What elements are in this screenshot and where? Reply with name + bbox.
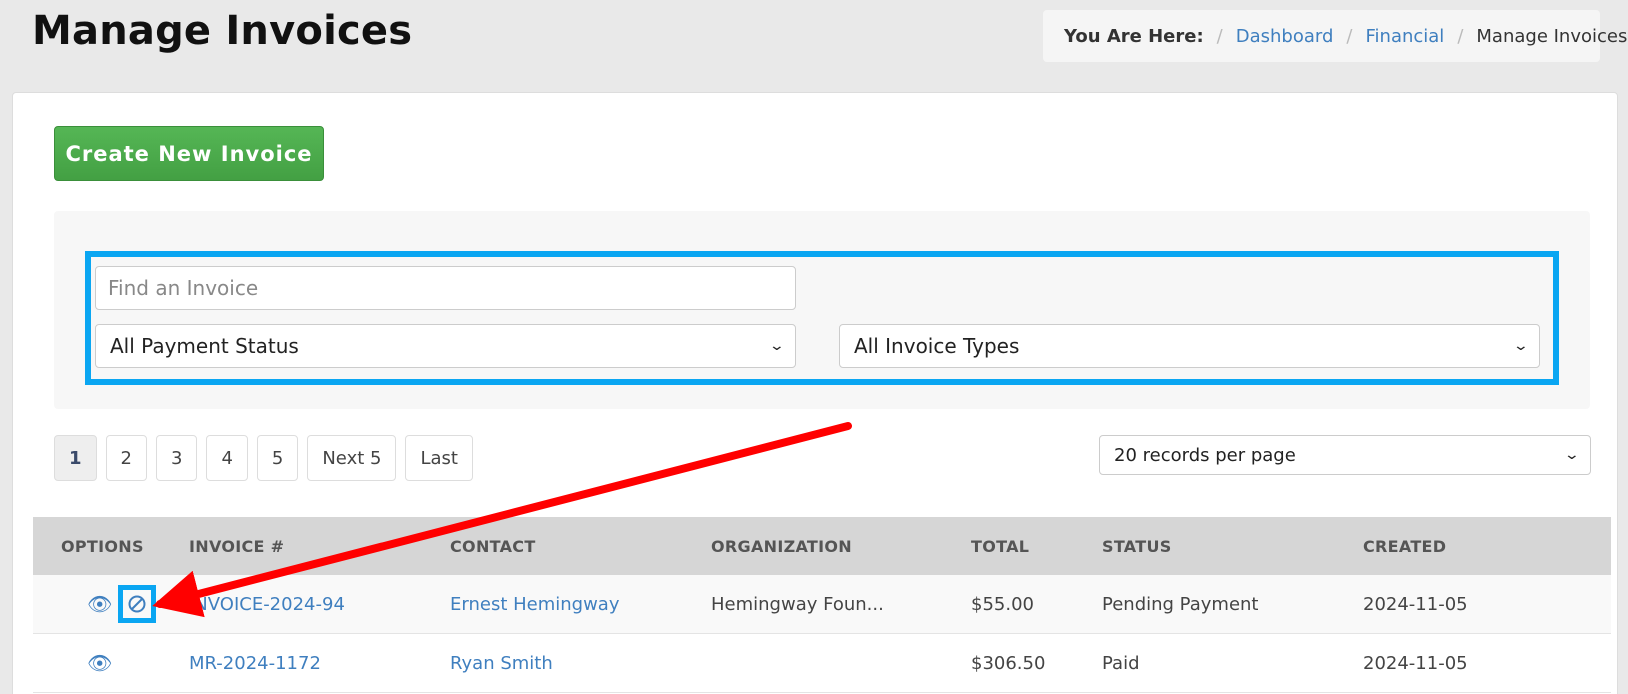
status-cell: Paid	[1102, 652, 1140, 674]
page-1-button[interactable]: 1	[54, 435, 97, 481]
breadcrumb-current: Manage Invoices	[1476, 25, 1628, 47]
table-header: OPTIONS INVOICE # CONTACT ORGANIZATION T…	[33, 517, 1611, 575]
breadcrumb-financial-link[interactable]: Financial	[1365, 26, 1444, 47]
total-cell: $306.50	[971, 652, 1046, 674]
breadcrumb-dashboard-link[interactable]: Dashboard	[1236, 26, 1334, 47]
col-total[interactable]: TOTAL	[971, 537, 1102, 556]
row-options: 👁︎	[33, 651, 189, 675]
create-new-invoice-button[interactable]: Create New Invoice	[54, 126, 324, 181]
records-per-page-select[interactable]: 20 records per page ⌄	[1099, 435, 1591, 475]
last-page-button[interactable]: Last	[405, 435, 473, 481]
contact-link[interactable]: Ernest Hemingway	[450, 594, 711, 615]
breadcrumb-label: You Are Here:	[1064, 25, 1204, 47]
next-5-button[interactable]: Next 5	[307, 435, 397, 481]
breadcrumb-separator: /	[1346, 25, 1353, 47]
created-cell: 2024-11-05	[1363, 593, 1468, 615]
invoice-number-link[interactable]: MR-2024-1172	[189, 653, 450, 674]
organization-cell: Hemingway Foun...	[711, 593, 884, 615]
total-cell: $55.00	[971, 593, 1034, 615]
records-per-page-value: 20 records per page	[1114, 444, 1296, 466]
filter-highlight-annotation	[85, 251, 1559, 385]
col-options: OPTIONS	[61, 536, 144, 556]
ban-icon	[128, 595, 146, 613]
page-5-button[interactable]: 5	[256, 435, 299, 481]
page-title: Manage Invoices	[32, 8, 413, 54]
col-organization[interactable]: ORGANIZATION	[711, 537, 971, 556]
invoice-number-link[interactable]: INVOICE-2024-94	[189, 594, 450, 615]
contact-link[interactable]: Ryan Smith	[450, 653, 711, 674]
cancel-invoice-button[interactable]	[118, 585, 157, 623]
page-4-button[interactable]: 4	[206, 435, 248, 481]
col-contact[interactable]: CONTACT	[450, 537, 711, 556]
breadcrumb-separator: /	[1216, 25, 1223, 47]
pagination: 1 2 3 4 5 Next 5 Last	[54, 435, 473, 481]
content-panel: Create New Invoice All Payment Status ⌄ …	[12, 92, 1618, 694]
col-invoice[interactable]: INVOICE #	[189, 537, 450, 556]
col-status[interactable]: STATUS	[1102, 537, 1363, 556]
page-3-button[interactable]: 3	[155, 435, 198, 481]
table-row: 👁︎ MR-2024-1172 Ryan Smith $306.50 Paid …	[33, 634, 1611, 693]
chevron-down-icon: ⌄	[1563, 447, 1581, 463]
page-2-button[interactable]: 2	[105, 435, 147, 481]
created-cell: 2024-11-05	[1363, 652, 1468, 674]
breadcrumb: You Are Here: / Dashboard / Financial / …	[1043, 10, 1627, 62]
col-created[interactable]: CREATED	[1363, 537, 1563, 556]
invoices-table: OPTIONS INVOICE # CONTACT ORGANIZATION T…	[33, 517, 1611, 693]
view-eye-icon[interactable]: 👁︎	[87, 651, 112, 675]
breadcrumb-separator: /	[1457, 25, 1464, 47]
row-options: 👁︎	[33, 585, 189, 623]
status-cell: Pending Payment	[1102, 593, 1259, 615]
view-eye-icon[interactable]: 👁︎	[87, 592, 112, 616]
table-row: 👁︎ INVOICE-2024-94 Ernest Hemingway Hemi…	[33, 575, 1611, 634]
